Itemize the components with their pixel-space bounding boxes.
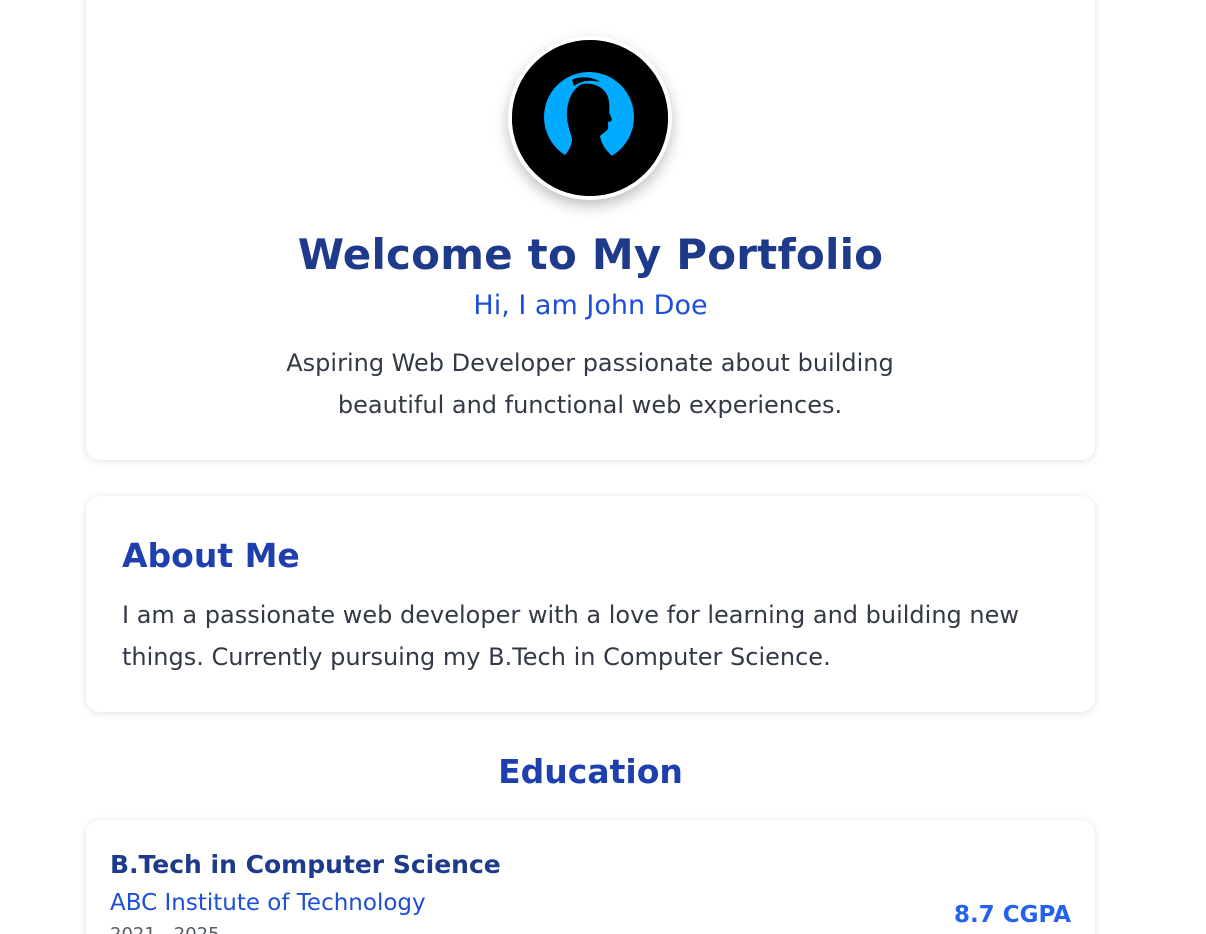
- education-years: 2021 - 2025: [110, 924, 220, 934]
- education-title: Education: [498, 752, 683, 791]
- about-card: About Me I am a passionate web developer…: [86, 496, 1095, 712]
- portfolio-page: Welcome to My Portfolio Hi, I am John Do…: [0, 0, 1206, 934]
- about-text: I am a passionate web developer with a l…: [122, 601, 1019, 671]
- education-degree: B.Tech in Computer Science: [110, 850, 501, 879]
- education-school: ABC Institute of Technology: [110, 890, 426, 916]
- avatar: [512, 40, 668, 196]
- education-grade: 8.7 CGPA: [953, 902, 1071, 928]
- hero-description: Aspiring Web Developer passionate about …: [286, 349, 894, 419]
- education-card: B.Tech in Computer Science ABC Institute…: [86, 820, 1095, 934]
- hero-subtitle: Hi, I am John Doe: [473, 290, 708, 321]
- user-silhouette-icon: [512, 40, 668, 196]
- about-title: About Me: [122, 536, 300, 575]
- hero-title: Welcome to My Portfolio: [297, 230, 884, 279]
